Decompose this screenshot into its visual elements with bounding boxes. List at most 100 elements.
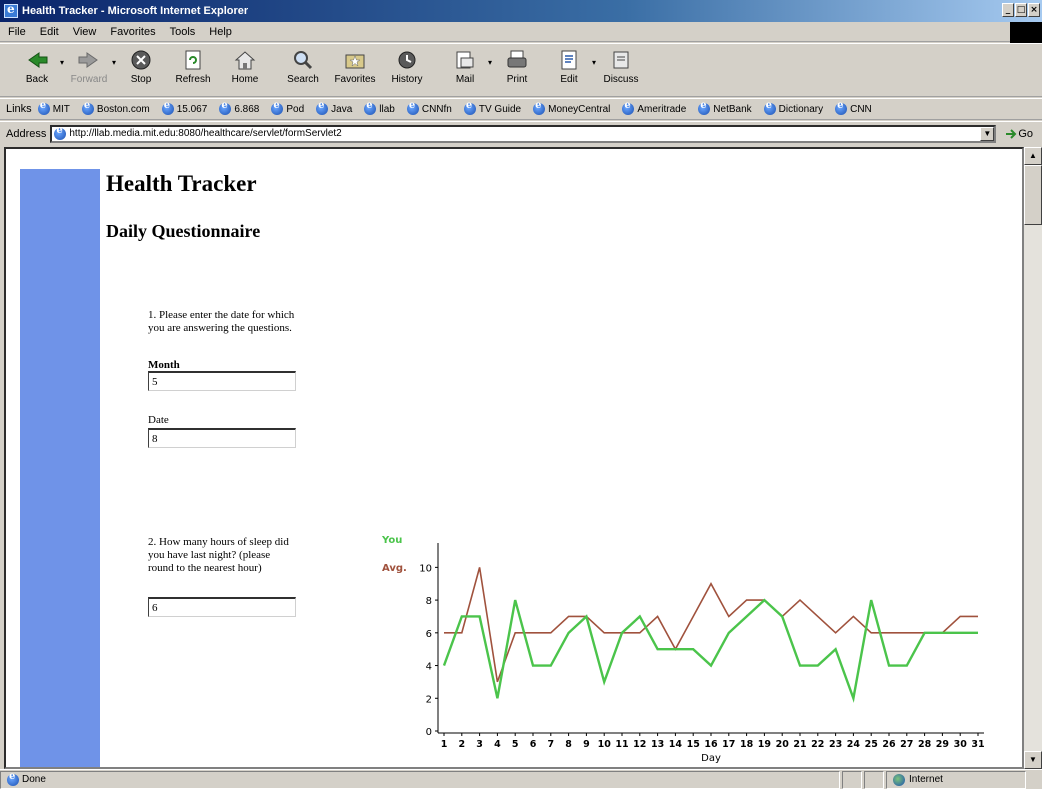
maximize-button[interactable]: □ [1015,3,1027,17]
link-mit[interactable]: MIT [37,100,70,115]
go-arrow-icon [1006,128,1017,139]
security-zone: Internet [886,770,1026,789]
x-tick-label: 16 [704,739,718,750]
stop-label: Stop [130,74,152,85]
month-label: Month [148,359,180,371]
link-6868[interactable]: 6.868 [219,100,259,115]
page-icon [533,100,546,115]
favorites-icon [342,48,368,72]
link-label: 15.067 [176,103,208,115]
month-field[interactable] [148,371,296,391]
link-tvguide[interactable]: TV Guide [463,100,522,115]
edit-button[interactable]: Edit ▾ [544,48,596,92]
link-netbank[interactable]: NetBank [698,100,752,115]
y-tick-label: 2 [426,694,432,705]
minimize-button[interactable]: _ [1002,3,1014,17]
legend-label-you: You [381,535,402,546]
scroll-up-icon[interactable]: ▲ [1024,147,1042,165]
scroll-thumb[interactable] [1024,165,1042,225]
link-label: llab [379,103,395,115]
discuss-button[interactable]: Discuss [596,48,646,92]
link-dictionary[interactable]: Dictionary [763,100,824,115]
link-cnnfn[interactable]: CNNfn [406,100,452,115]
link-moneycentral[interactable]: MoneyCentral [533,100,611,115]
history-button[interactable]: History [382,48,432,92]
x-tick-label: 20 [776,739,790,750]
status-label: Done [22,774,46,785]
date-label: Date [148,414,169,426]
page-content: Health Tracker Daily Questionnaire 1. Pl… [4,147,1024,769]
page-icon [271,100,284,115]
sleep-chart: 02468101 2 3 4 5 6 7 8 9 10 11 12 13 14 15 16 17 18 19 20 21… [381,535,985,764]
page-icon [54,125,67,140]
address-bar: Address http://llab.media.mit.edu:8080/h… [0,121,1042,145]
x-tick-label: 21 [793,739,806,750]
y-tick-label: 0 [426,727,432,738]
address-input[interactable]: http://llab.media.mit.edu:8080/healthcar… [50,124,997,143]
x-tick-label: 12 [633,739,646,750]
link-java[interactable]: Java [316,100,353,115]
menu-edit[interactable]: Edit [40,26,59,38]
x-axis-label: Day [701,753,721,764]
close-button[interactable]: × [1028,3,1040,17]
x-tick-label: 19 [758,739,771,750]
page-icon [698,100,711,115]
window-controls: _ □ × [1002,3,1040,17]
section-title: Daily Questionnaire [106,221,261,241]
link-llab[interactable]: llab [364,100,395,115]
date-field[interactable] [148,428,296,448]
go-button[interactable]: Go [1004,128,1033,140]
link-15067[interactable]: 15.067 [161,100,208,115]
x-tick-label: 10 [598,739,612,750]
forward-button[interactable]: Forward ▾ [64,48,116,92]
back-button[interactable]: Back ▾ [12,48,64,92]
menu-help[interactable]: Help [209,26,232,38]
menu-favorites[interactable]: Favorites [110,26,155,38]
refresh-icon [180,48,206,72]
vertical-scrollbar[interactable]: ▲ ▼ [1024,147,1042,769]
print-icon [504,48,530,72]
print-button[interactable]: Print [492,48,542,92]
search-icon [290,48,316,72]
link-boston[interactable]: Boston.com [81,100,150,115]
menu-tools[interactable]: Tools [170,26,196,38]
link-label: Java [331,103,353,115]
link-pod[interactable]: Pod [271,100,304,115]
mail-button[interactable]: Mail ▾ [440,48,492,92]
menu-view[interactable]: View [73,26,97,38]
link-label: MIT [52,103,70,115]
link-label: MoneyCentral [548,103,611,115]
x-tick-label: 26 [882,739,896,750]
address-dropdown-icon[interactable]: ▼ [980,126,995,141]
zone-label: Internet [909,774,943,785]
page-icon [316,100,329,115]
search-button[interactable]: Search [278,48,328,92]
back-label: Back [25,74,49,85]
standard-toolbar: Back ▾ Forward ▾ Stop Refresh Home Searc… [0,43,1042,97]
sleep-hours-field[interactable] [148,597,296,617]
favorites-button[interactable]: Favorites [330,48,380,92]
link-label: Dictionary [778,103,824,115]
menu-file[interactable]: File [8,26,26,38]
x-tick-label: 8 [565,739,572,750]
page-icon [7,771,19,786]
mail-icon [452,48,478,72]
address-url: http://llab.media.mit.edu:8080/healthcar… [69,128,342,139]
scroll-down-icon[interactable]: ▼ [1024,751,1042,769]
link-ameritrade[interactable]: Ameritrade [622,100,686,115]
x-tick-label: 5 [512,739,519,750]
refresh-button[interactable]: Refresh [168,48,218,92]
home-button[interactable]: Home [220,48,270,92]
address-label: Address [6,127,47,140]
x-tick-label: 2 [458,739,465,750]
question-1-text: 1. Please enter the date for which you a… [148,309,295,334]
stop-button[interactable]: Stop [116,48,166,92]
status-cell [842,770,862,789]
link-label: Boston.com [96,103,150,115]
link-label: TV Guide [478,103,522,115]
status-text: Done [0,770,840,789]
menu-bar: File Edit View Favorites Tools Help [0,22,1010,42]
link-cnn[interactable]: CNN [835,100,872,115]
status-bar: Done Internet [0,769,1042,789]
x-tick-label: 31 [971,739,984,750]
